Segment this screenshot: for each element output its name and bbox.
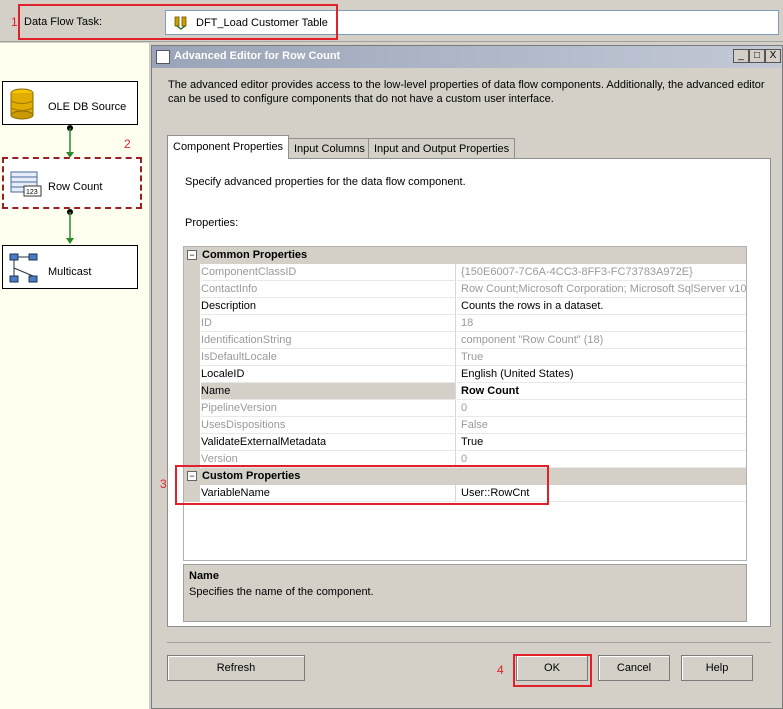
collapse-icon[interactable]: − [187, 250, 197, 260]
path-arrow [66, 125, 74, 158]
intro-text: The advanced editor provides access to t… [168, 79, 765, 105]
property-name: IsDefaultLocale [201, 349, 456, 366]
property-value: True [457, 349, 746, 366]
instruction-text: Specify advanced properties for the data… [185, 176, 466, 188]
tab-component-properties[interactable]: Component Properties [167, 135, 290, 159]
node-label: OLE DB Source [48, 101, 127, 113]
property-value[interactable]: Row Count [457, 383, 746, 400]
property-row[interactable]: UsesDispositions False [184, 417, 746, 434]
category-title: Common Properties [202, 249, 308, 261]
callout-number-3: 3 [160, 477, 167, 491]
property-name: Description [201, 298, 456, 315]
property-value: Row Count;Microsoft Corporation; Microso… [457, 281, 746, 298]
window-icon [156, 50, 170, 64]
tab-input-output-properties[interactable]: Input and Output Properties [368, 138, 516, 158]
database-icon [10, 88, 34, 120]
property-value: component "Row Count" (18) [457, 332, 746, 349]
property-name: Name [201, 383, 456, 400]
advanced-editor-dialog: Advanced Editor for Row Count _ □ X The … [151, 45, 783, 709]
property-row[interactable]: PipelineVersion 0 [184, 400, 746, 417]
property-row[interactable]: IdentificationString component "Row Coun… [184, 332, 746, 349]
property-name: ComponentClassID [201, 264, 456, 281]
property-name: LocaleID [201, 366, 456, 383]
row-count-node[interactable]: 123 Row Count [2, 157, 142, 209]
property-name: ContactInfo [201, 281, 456, 298]
multicast-icon [9, 253, 38, 283]
description-title: Name [189, 570, 219, 582]
property-row-selected[interactable]: Name Row Count [184, 383, 746, 400]
close-button[interactable]: X [765, 49, 781, 63]
description-text: Specifies the name of the component. [189, 586, 374, 598]
node-label: Row Count [48, 181, 103, 193]
callout-box-3 [175, 465, 549, 505]
property-value[interactable]: True [457, 434, 746, 451]
properties-label: Properties: [185, 217, 239, 229]
property-value: False [457, 417, 746, 434]
tab-input-columns[interactable]: Input Columns [288, 138, 371, 158]
property-row[interactable]: ID 18 [184, 315, 746, 332]
category-common-properties[interactable]: − Common Properties [184, 247, 746, 264]
property-value: 18 [457, 315, 746, 332]
row-count-icon: 123 [10, 171, 42, 197]
node-label: Multicast [48, 266, 92, 278]
property-name: IdentificationString [201, 332, 456, 349]
property-row[interactable]: IsDefaultLocale True [184, 349, 746, 366]
multicast-node[interactable]: Multicast [2, 245, 138, 289]
property-name: ID [201, 315, 456, 332]
property-name: ValidateExternalMetadata [201, 434, 456, 451]
dialog-button-bar: Refresh OK Cancel Help [167, 642, 771, 694]
path-arrow [66, 209, 74, 244]
help-button[interactable]: Help [681, 655, 753, 681]
minimize-button[interactable]: _ [733, 49, 749, 63]
callout-number-4: 4 [497, 663, 504, 677]
dialog-title: Advanced Editor for Row Count [174, 50, 341, 62]
property-value[interactable]: Counts the rows in a dataset. [457, 298, 746, 315]
property-row[interactable]: ContactInfo Row Count;Microsoft Corporat… [184, 281, 746, 298]
property-name: PipelineVersion [201, 400, 456, 417]
property-row[interactable]: ComponentClassID {150E6007-7C6A-4CC3-8FF… [184, 264, 746, 281]
ole-db-source-node[interactable]: OLE DB Source [2, 81, 138, 125]
callout-number-2: 2 [124, 137, 131, 151]
maximize-button[interactable]: □ [749, 49, 765, 63]
cancel-button[interactable]: Cancel [598, 655, 670, 681]
property-value[interactable]: English (United States) [457, 366, 746, 383]
property-value: 0 [457, 400, 746, 417]
refresh-button[interactable]: Refresh [167, 655, 305, 681]
callout-box-4 [513, 654, 592, 687]
property-row[interactable]: ValidateExternalMetadata True [184, 434, 746, 451]
property-value: {150E6007-7C6A-4CC3-8FF3-FC73783A972E} [457, 264, 746, 281]
property-name: UsesDispositions [201, 417, 456, 434]
property-row[interactable]: LocaleID English (United States) [184, 366, 746, 383]
callout-number-1: 1 [11, 15, 18, 29]
tab-panel: Specify advanced properties for the data… [167, 158, 771, 627]
svg-text:123: 123 [26, 189, 38, 196]
callout-box-1 [18, 4, 338, 40]
property-grid[interactable]: − Common Properties ComponentClassID {15… [183, 246, 747, 561]
property-description-panel: Name Specifies the name of the component… [183, 564, 747, 622]
dialog-titlebar[interactable]: Advanced Editor for Row Count _ □ X [152, 46, 782, 68]
property-row[interactable]: Description Counts the rows in a dataset… [184, 298, 746, 315]
